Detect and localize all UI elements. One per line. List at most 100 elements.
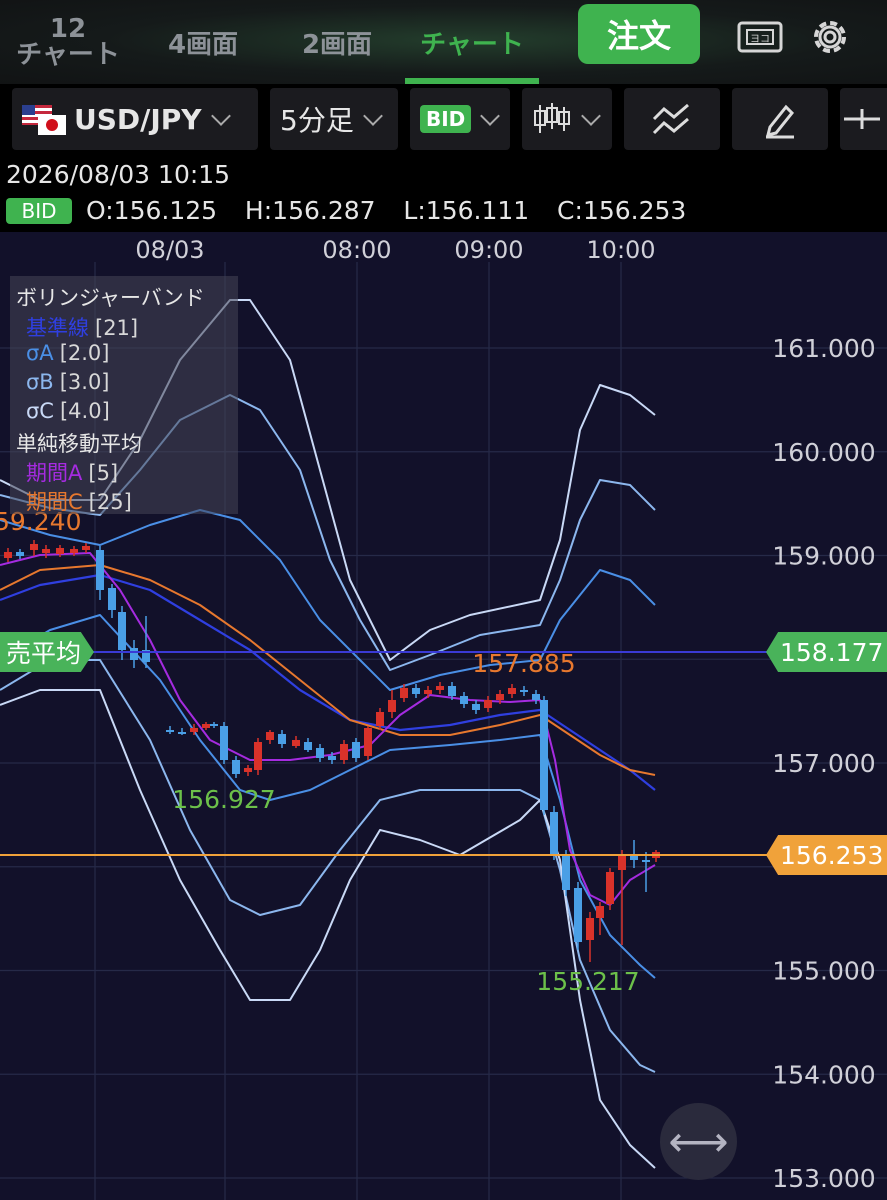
horizontal-scroll-button[interactable]: ⟷ [660,1103,737,1180]
tab-2-screens[interactable]: 2画面 [270,0,404,84]
candlestick [178,728,186,735]
candlestick [550,806,558,860]
candle-body [412,688,420,694]
price-type-select[interactable]: BID [410,88,510,150]
pencil-icon [765,104,795,139]
candle-body [244,768,252,772]
candlestick [424,686,432,698]
ohlc-values: O:156.125 H:156.287 L:156.111 C:156.253 [86,196,687,225]
currency-pair-label: USD/JPY [74,102,202,136]
candle-body [388,700,396,712]
price-axis-label: 160.000 [772,438,875,467]
indicator-button[interactable] [624,88,720,150]
timeframe-select[interactable]: 5分足 [270,88,398,150]
us-flag-icon [22,105,66,135]
timeframe-label: 5分足 [280,104,354,137]
candlestick [436,682,444,694]
currency-pair-select[interactable]: USD/JPY [12,88,258,150]
indicator-legend[interactable]: ボリンジャーバンド 基準線 [21] σA [2.0] σB [3.0] σC [4.0… [10,276,238,514]
candlestick [532,690,540,704]
candle-body [586,918,594,940]
top-navigation: 12 チャート 4画面 2画面 チャート 注文 ヨコ [0,0,887,84]
sma-legend-title: 単純移動平均 [16,432,142,456]
double-arrow-icon: ⟷ [668,1117,729,1166]
candle-body [254,742,262,770]
candlestick [30,540,38,556]
candlestick [586,912,594,962]
bb-sigma-b-label: σB [26,370,54,394]
candlestick [254,738,262,775]
sma-c-label: 期間C [26,490,83,514]
candle-body [496,694,504,700]
candlesticks [4,540,660,962]
price-lines [0,651,887,856]
candle-body [424,690,432,694]
candlestick [596,902,604,935]
tab-2-screens-label: 2画面 [301,29,373,60]
bb-legend-title: ボリンジャーバンド [16,286,205,310]
candle-body [266,732,274,740]
current-price: 156.253 [780,840,884,870]
avg-sell-badge: 売平均 [0,632,94,672]
candle-body [520,690,528,692]
chart-toolbar: USD/JPY 5分足 BID [0,84,887,156]
candlestick [304,738,312,752]
candle-body [316,748,324,758]
candlestick [340,740,348,764]
candle-body [166,730,174,732]
order-button-label: 注文 [606,17,671,55]
candle-body [56,548,64,554]
tab-12-chart[interactable]: 12 チャート [0,0,136,84]
candlestick [278,730,286,748]
avg-sell-price-badge: 158.177 [766,632,887,672]
low-label-1: 156.927 [172,785,275,814]
sma-legend-item-c: 期間C [25] [26,486,132,516]
price-axis-label: 153.000 [772,1164,875,1193]
candle-body [540,700,548,810]
candlestick [202,722,210,730]
candle-body [210,724,218,726]
price-axis-label: 154.000 [772,1060,875,1089]
candlestick [96,546,104,600]
current-price-badge: 156.253 [766,835,887,875]
candle-body [292,740,300,746]
candle-body [328,756,336,760]
candlestick-icon [534,103,570,133]
price-axis-label: 155.000 [772,957,875,986]
more-tools-button[interactable] [840,88,887,150]
candle-body [42,549,50,553]
chevron-down-icon [581,106,601,126]
candle-body [82,546,90,550]
candlestick [292,736,300,748]
bb-sigma-a-param: [2.0] [59,341,110,365]
candle-body [436,686,444,690]
bb-basis-param: [21] [95,316,139,340]
candlestick [388,690,396,718]
candle-body [642,860,650,862]
candlestick [412,684,420,698]
candle-body [202,724,210,728]
candle-body [606,872,614,904]
bb-sigma-c-param: [4.0] [59,399,110,423]
bb-legend-item-basis: 基準線 [21] [26,312,138,342]
candlestick [130,640,138,668]
candle-body [70,549,78,553]
bb-sigma-c-lower-line [0,689,656,1169]
landscape-mode-icon[interactable]: ヨコ [733,12,787,62]
avg-sell-label: 売平均 [6,639,82,668]
drawing-tool-button[interactable] [732,88,828,150]
candlestick [16,549,24,559]
price-axis-label: 159.000 [772,542,875,571]
candle-body [220,726,228,760]
order-button[interactable]: 注文 [578,4,700,64]
settings-gear-icon[interactable] [803,12,857,62]
tab-4-screens[interactable]: 4画面 [136,0,270,84]
candle-body [352,742,360,758]
bid-badge: BID [6,198,72,224]
candle-body [30,544,38,550]
bb-basis-line [0,573,656,791]
tab-chart[interactable]: チャート [405,0,539,84]
bb-legend-item-sigma-a: σA [2.0] [26,341,109,365]
chevron-down-icon [362,106,383,126]
chart-type-select[interactable] [522,88,612,150]
